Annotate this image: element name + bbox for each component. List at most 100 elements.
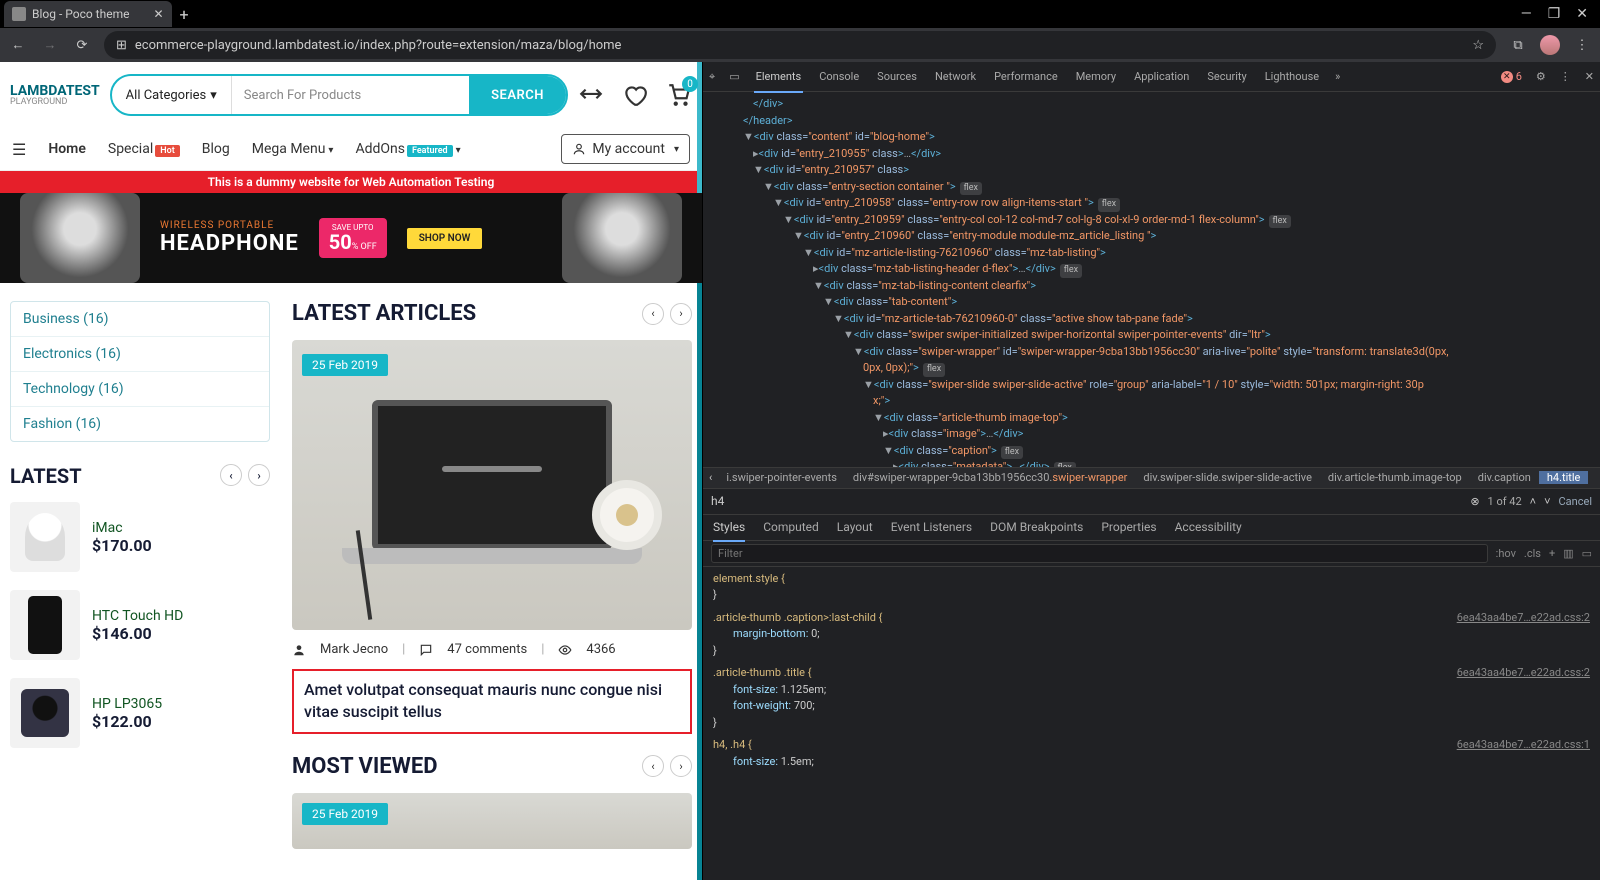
more-tabs-icon[interactable]: » [1335, 70, 1340, 83]
wishlist-icon[interactable] [622, 82, 648, 108]
section-heading: MOST VIEWED [292, 754, 438, 779]
find-next-icon[interactable]: ˅ [1544, 495, 1550, 508]
dom-breadcrumbs[interactable]: ‹ i.swiper-pointer-events div#swiper-wra… [703, 467, 1600, 489]
styles-tab[interactable]: Properties [1101, 520, 1156, 534]
nav-home[interactable]: Home [48, 141, 86, 157]
article-author[interactable]: Mark Jecno [320, 642, 388, 657]
devtools-tab[interactable]: Security [1205, 70, 1248, 83]
cart-icon[interactable]: 0 [666, 82, 692, 108]
category-item[interactable]: Business (16) [11, 302, 269, 337]
nav-mega-menu[interactable]: Mega Menu [252, 141, 334, 157]
search-button[interactable]: SEARCH [469, 76, 566, 114]
styles-tab[interactable]: DOM Breakpoints [990, 520, 1083, 534]
cls-toggle[interactable]: .cls [1524, 547, 1541, 560]
promo-title: HEADPHONE [160, 231, 299, 256]
category-item[interactable]: Electronics (16) [11, 337, 269, 372]
promo-banner[interactable]: WIRELESS PORTABLE HEADPHONE SAVE UPTO 50… [0, 193, 702, 283]
hov-toggle[interactable]: :hov [1496, 547, 1516, 560]
category-list: Business (16) Electronics (16) Technolog… [10, 301, 270, 442]
info-banner: This is a dummy website for Web Automati… [0, 171, 702, 193]
inspect-icon[interactable]: ⌖ [709, 70, 715, 84]
minimize-icon[interactable]: — [1521, 6, 1532, 22]
forward-button[interactable]: → [40, 37, 60, 53]
close-tab-icon[interactable]: ✕ [153, 7, 163, 21]
styles-tab[interactable]: Event Listeners [891, 520, 972, 534]
styles-tab[interactable]: Accessibility [1175, 520, 1242, 534]
devtools-tab[interactable]: Network [933, 70, 978, 83]
close-window-icon[interactable]: ✕ [1576, 6, 1588, 22]
article-card[interactable]: 25 Feb 2019 [292, 793, 692, 849]
clear-icon[interactable]: ⊗ [1470, 495, 1479, 508]
new-style-icon[interactable]: + [1549, 547, 1555, 560]
dom-tree[interactable]: </div> </header> ▼<div class="content" i… [703, 92, 1600, 467]
page-scrollbar[interactable] [697, 62, 702, 880]
devtools-tab-elements[interactable]: Elements [754, 70, 804, 93]
device-toggle-icon[interactable]: ▭ [729, 70, 739, 83]
devtools-tab[interactable]: Performance [992, 70, 1060, 83]
nav-special[interactable]: SpecialHot [108, 141, 180, 157]
new-tab-button[interactable]: + [180, 5, 189, 24]
profile-avatar[interactable] [1540, 35, 1560, 55]
devtools-close-icon[interactable]: ✕ [1585, 70, 1594, 83]
article-comments[interactable]: 47 comments [447, 642, 527, 657]
search-group: All Categories▾ Search For Products SEAR… [110, 74, 568, 116]
devtools-tab[interactable]: Application [1132, 70, 1191, 83]
product-item[interactable]: HP LP3065$122.00 [10, 678, 270, 748]
browser-tab[interactable]: Blog - Poco theme ✕ [4, 1, 172, 27]
styles-filter-bar: :hov .cls + ▥ ▭ [703, 541, 1600, 567]
back-button[interactable]: ← [8, 37, 28, 53]
settings-icon[interactable]: ⚙ [1536, 70, 1546, 83]
tab-title: Blog - Poco theme [32, 7, 129, 21]
article-date-badge: 25 Feb 2019 [302, 354, 388, 376]
styles-filter-input[interactable] [711, 544, 1488, 563]
article-card[interactable]: 25 Feb 2019 Mark Jecno | 47 comments | 4… [292, 340, 692, 734]
hamburger-icon[interactable]: ☰ [12, 140, 26, 159]
find-input[interactable] [711, 494, 1462, 508]
styles-pane[interactable]: element.style {} 6ea43aa4be7…e22ad.css:2… [703, 567, 1600, 880]
compare-icon[interactable] [578, 82, 604, 108]
category-select[interactable]: All Categories▾ [112, 76, 232, 114]
devtools-tab[interactable]: Console [817, 70, 861, 83]
nav-blog[interactable]: Blog [202, 141, 230, 157]
category-item[interactable]: Fashion (16) [11, 407, 269, 441]
devtools-tab[interactable]: Memory [1074, 70, 1118, 83]
layout-icon[interactable]: ▥ [1563, 547, 1573, 560]
search-input[interactable]: Search For Products [232, 88, 469, 103]
devtools-menu-icon[interactable]: ⋮ [1560, 70, 1571, 83]
device-icon[interactable]: ▭ [1582, 547, 1592, 560]
carousel-next-icon[interactable]: › [670, 755, 692, 777]
find-prev-icon[interactable]: ˄ [1530, 495, 1536, 508]
carousel-prev-icon[interactable]: ‹ [642, 303, 664, 325]
carousel-prev-icon[interactable]: ‹ [642, 755, 664, 777]
my-account-button[interactable]: My account [561, 134, 690, 164]
devtools-tab[interactable]: Sources [875, 70, 919, 83]
site-info-icon[interactable]: ⊞ [116, 38, 127, 53]
author-icon [292, 643, 306, 657]
styles-tab[interactable]: Styles [713, 520, 745, 542]
article-title[interactable]: Amet volutpat consequat mauris nunc cong… [292, 669, 692, 734]
article-date-badge: 25 Feb 2019 [302, 803, 388, 825]
product-item[interactable]: iMac$170.00 [10, 502, 270, 572]
error-count[interactable]: ✕6 [1501, 70, 1522, 83]
styles-tab[interactable]: Layout [837, 520, 873, 534]
category-item[interactable]: Technology (16) [11, 372, 269, 407]
shop-now-button[interactable]: SHOP NOW [407, 228, 483, 249]
prev-icon[interactable]: ‹ [220, 464, 242, 486]
browser-menu-icon[interactable]: ⋮ [1572, 38, 1592, 53]
address-bar[interactable]: ⊞ ecommerce-playground.lambdatest.io/ind… [104, 31, 1496, 59]
styles-tab[interactable]: Computed [763, 520, 819, 534]
find-cancel[interactable]: Cancel [1559, 495, 1592, 508]
page-viewport: LAMBDATEST PLAYGROUND All Categories▾ Se… [0, 62, 702, 880]
maximize-icon[interactable]: ❐ [1548, 6, 1561, 22]
devtools-tab[interactable]: Lighthouse [1263, 70, 1321, 83]
next-icon[interactable]: › [248, 464, 270, 486]
promo-sale-badge: SAVE UPTO 50% OFF [319, 218, 387, 258]
site-logo[interactable]: LAMBDATEST PLAYGROUND [10, 84, 100, 107]
bookmark-star-icon[interactable]: ☆ [1472, 38, 1484, 53]
carousel-next-icon[interactable]: › [670, 303, 692, 325]
extensions-icon[interactable]: ⧉ [1508, 38, 1528, 53]
reload-button[interactable]: ⟳ [72, 38, 92, 53]
nav-addons[interactable]: AddOnsFeatured [355, 141, 460, 157]
browser-tabstrip: Blog - Poco theme ✕ + — ❐ ✕ [0, 0, 1600, 28]
product-item[interactable]: HTC Touch HD$146.00 [10, 590, 270, 660]
